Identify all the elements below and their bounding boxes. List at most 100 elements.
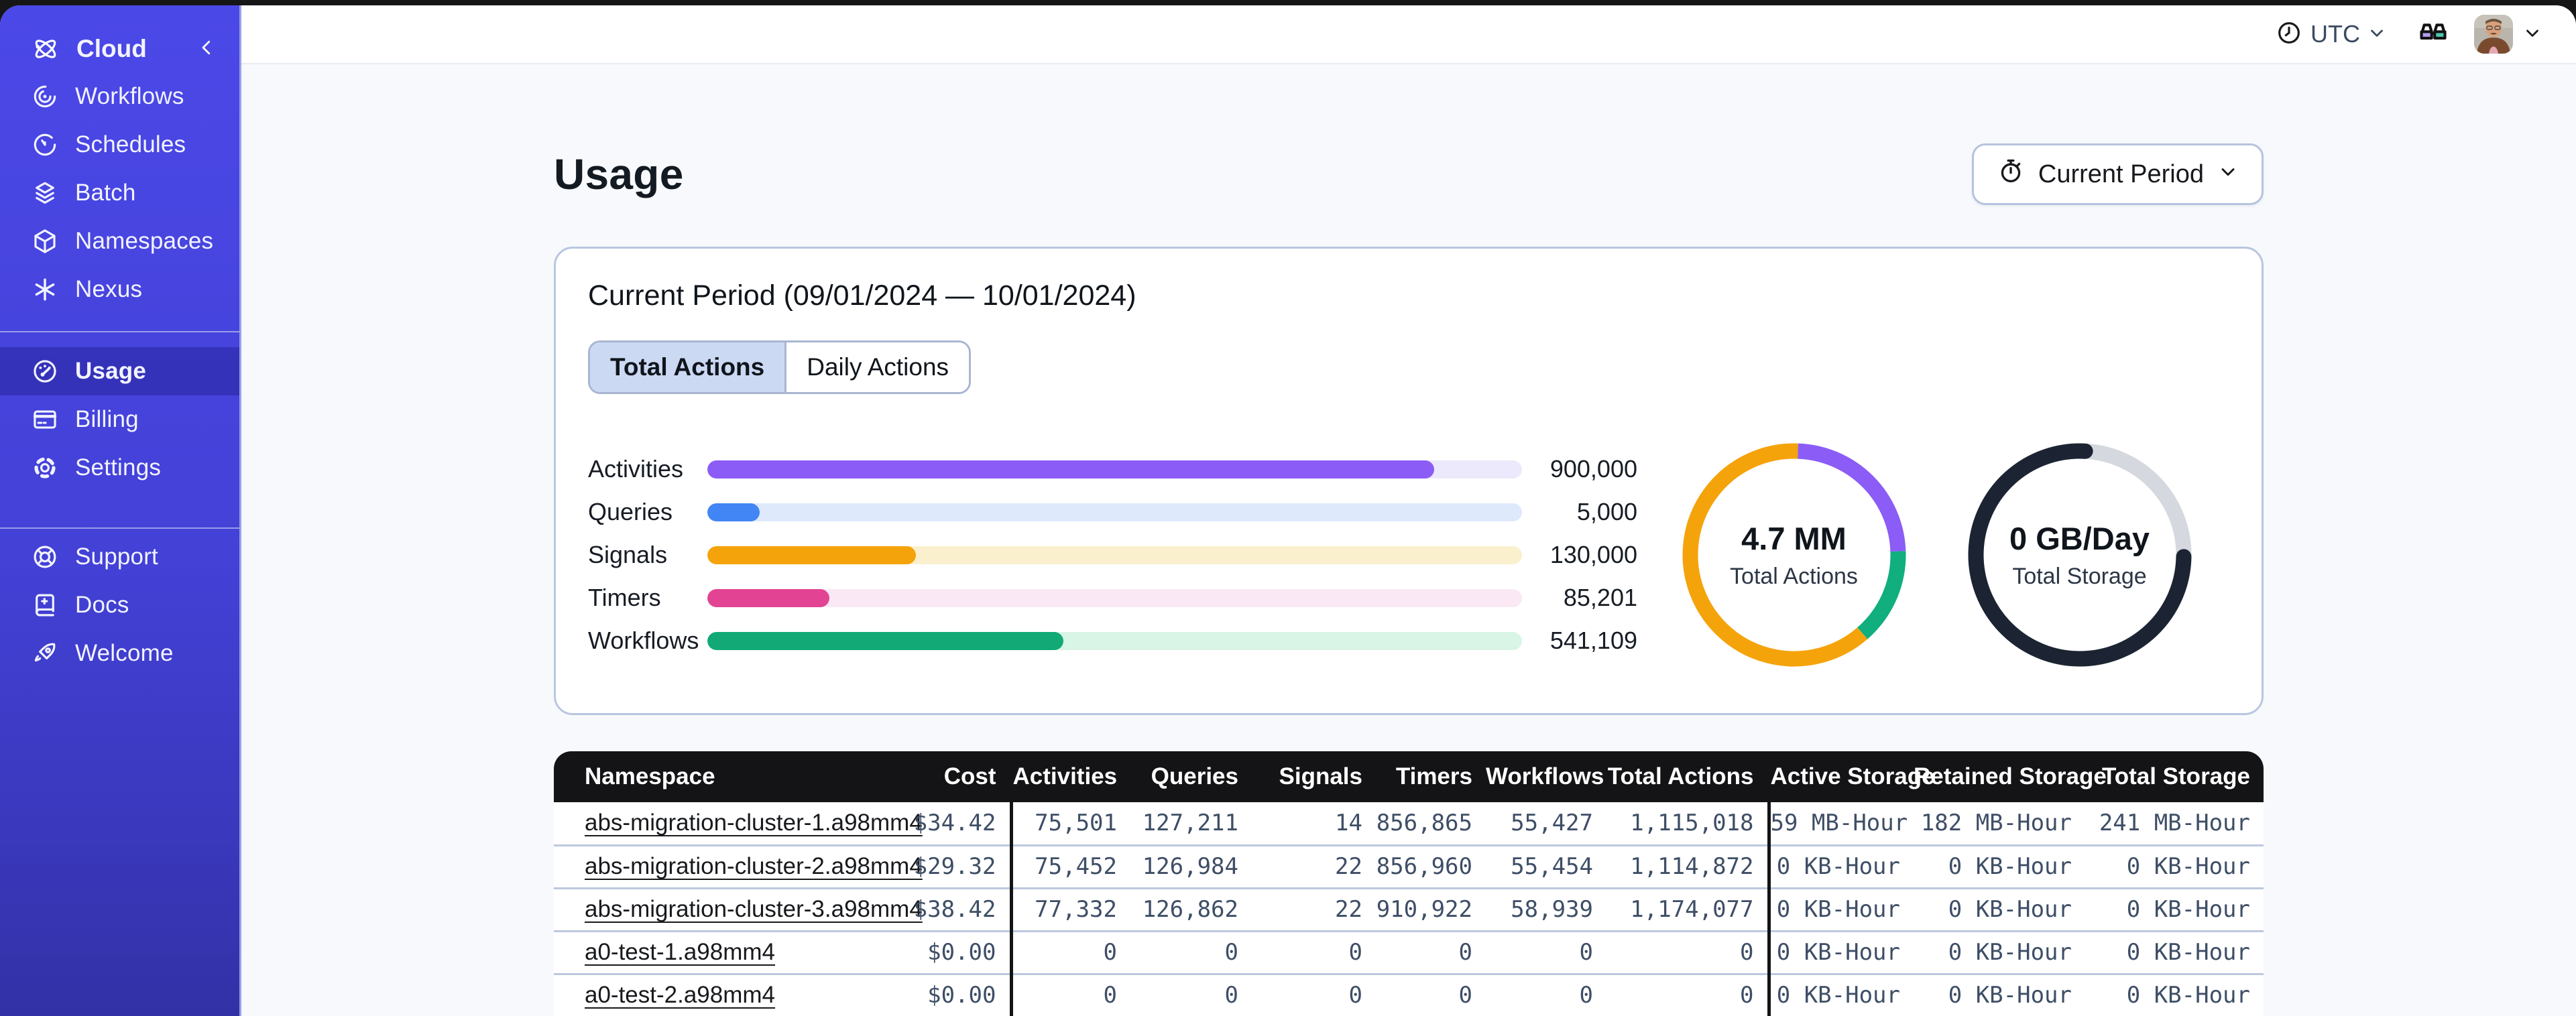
namespace-link[interactable]: a0-test-1.a98mm4 [585, 939, 775, 965]
page-title: Usage [554, 150, 684, 198]
bar-fill [707, 588, 830, 607]
welcome-icon [31, 639, 59, 668]
support-icon [31, 543, 59, 571]
account-dropdown[interactable] [2522, 23, 2542, 46]
cell-cost: $0.00 [864, 930, 1011, 974]
donut-label: Total Actions [1730, 564, 1858, 589]
glasses-icon[interactable] [2416, 16, 2450, 53]
bar-fill [707, 460, 1434, 479]
donut-total-actions: 4.7 MM Total Actions [1675, 436, 1914, 674]
batch-icon [31, 179, 59, 207]
bar-row-queries: Queries 5,000 [588, 491, 1644, 533]
table-row: abs-migration-cluster-3.a98mm4 $38.42 77,3… [554, 887, 2264, 931]
cell-activities: 75,452 [1009, 844, 1130, 888]
bar-label: Workflows [588, 627, 699, 654]
sidebar-item-nexus[interactable]: Nexus [0, 265, 239, 314]
clock-icon [2276, 19, 2302, 50]
sidebar-item-schedules[interactable]: Schedules [0, 121, 239, 169]
cell-timers: 856,865 [1376, 802, 1486, 845]
column-header-active-storage: Active Storage [1767, 751, 1935, 802]
bar-track [707, 631, 1522, 650]
cell-activities: 0 [1009, 930, 1130, 974]
temporal-cloud-logo [31, 34, 60, 64]
tab-total-actions[interactable]: Total Actions [590, 342, 785, 392]
sidebar-group-main: Workflows Schedules Batch Namespaces Nexus [0, 72, 239, 314]
donut-value: 4.7 MM [1741, 521, 1847, 556]
sidebar-item-billing[interactable]: Billing [0, 395, 239, 444]
donut-total-storage: 0 GB/Day Total Storage [1960, 436, 2199, 674]
cell-queries: 126,984 [1130, 844, 1252, 888]
namespace-link[interactable]: abs-migration-cluster-1.a98mm4 [585, 810, 923, 836]
sidebar-item-workflows[interactable]: Workflows [0, 72, 239, 121]
sidebar-item-batch[interactable]: Batch [0, 169, 239, 217]
sidebar-item-label: Docs [75, 592, 129, 618]
cell-queries: 126,862 [1130, 887, 1252, 931]
sidebar-item-usage[interactable]: Usage [0, 347, 239, 395]
column-header-timers: Timers [1376, 751, 1486, 802]
sidebar-item-label: Support [75, 544, 158, 570]
tab-daily-actions[interactable]: Daily Actions [784, 342, 970, 392]
bar-fill [707, 546, 917, 564]
column-header-cost: Cost [864, 751, 1011, 802]
column-header-total-storage: Total Storage [2085, 751, 2264, 802]
cell-retained-storage: 0 KB-Hour [1914, 887, 2085, 931]
table-row: abs-migration-cluster-1.a98mm4 $34.42 75,5… [554, 802, 2264, 845]
sidebar-collapse-icon[interactable] [196, 38, 217, 61]
bar-value: 541,109 [1549, 627, 1637, 654]
sidebar-header[interactable]: Cloud [0, 25, 239, 72]
column-header-namespace: Namespace [554, 751, 864, 802]
stopwatch-icon [1997, 157, 2025, 192]
app-window: Cloud Workflows Schedules Batch Namespaces N… [0, 5, 2576, 1016]
column-header-queries: Queries [1130, 751, 1252, 802]
avatar[interactable] [2474, 15, 2513, 54]
cell-workflows: 0 [1486, 930, 1606, 974]
cell-active-storage: 0 KB-Hour [1767, 930, 1914, 974]
bar-track [707, 503, 1522, 521]
docs-icon [31, 591, 59, 619]
cell-retained-storage: 0 KB-Hour [1914, 844, 2085, 888]
donut-value: 0 GB/Day [2009, 521, 2150, 556]
cell-activities: 77,332 [1009, 887, 1130, 931]
sidebar-item-settings[interactable]: Settings [0, 444, 239, 492]
cell-signals: 22 [1252, 887, 1376, 931]
billing-icon [31, 405, 59, 434]
column-header-workflows: Workflows [1486, 751, 1606, 802]
sidebar-title: Cloud [76, 35, 147, 62]
cell-workflows: 0 [1486, 972, 1606, 1016]
card-title: Current Period (09/01/2024 — 10/01/2024) [588, 279, 1136, 312]
sidebar-item-namespaces[interactable]: Namespaces [0, 217, 239, 265]
cell-total-storage: 241 MB-Hour [2085, 802, 2264, 845]
sidebar-item-welcome[interactable]: Welcome [0, 629, 239, 678]
cell-activities: 0 [1009, 972, 1130, 1016]
cell-total-actions: 1,115,018 [1606, 802, 1769, 845]
namespace-link[interactable]: a0-test-2.a98mm4 [585, 982, 775, 1008]
cell-total-storage: 0 KB-Hour [2085, 972, 2264, 1016]
namespace-link[interactable]: abs-migration-cluster-3.a98mm4 [585, 896, 923, 922]
cell-cost: $0.00 [864, 972, 1011, 1016]
sidebar-group-account: Usage Billing Settings [0, 347, 239, 492]
cell-retained-storage: 0 KB-Hour [1914, 972, 2085, 1016]
bar-fill [707, 503, 760, 521]
cell-active-storage: 59 MB-Hour [1767, 802, 1914, 845]
settings-icon [31, 454, 59, 482]
sidebar-item-label: Schedules [75, 131, 186, 157]
period-selector-button[interactable]: Current Period [1971, 143, 2264, 205]
sidebar-item-docs[interactable]: Docs [0, 581, 239, 629]
namespace-link[interactable]: abs-migration-cluster-2.a98mm4 [585, 853, 923, 879]
sidebar-item-label: Workflows [75, 83, 184, 109]
cell-total-actions: 1,174,077 [1606, 887, 1769, 931]
cell-timers: 856,960 [1376, 844, 1486, 888]
cell-signals: 14 [1252, 802, 1376, 845]
cell-activities: 75,501 [1009, 802, 1130, 845]
table-row: abs-migration-cluster-2.a98mm4 $29.32 75,4… [554, 844, 2264, 888]
timezone-dropdown[interactable] [2367, 23, 2387, 46]
cell-timers: 0 [1376, 930, 1486, 974]
table-row: a0-test-1.a98mm4 $0.00 0 0 0 0 0 0 0 KB-Hour 0 KB… [554, 930, 2264, 974]
period-selector-label: Current Period [2038, 160, 2204, 188]
cell-active-storage: 0 KB-Hour [1767, 972, 1914, 1016]
sidebar-item-label: Nexus [75, 276, 143, 302]
cell-signals: 0 [1252, 930, 1376, 974]
sidebar-item-support[interactable]: Support [0, 533, 239, 581]
table-row: a0-test-2.a98mm4 $0.00 0 0 0 0 0 0 0 KB-Hour 0 KB… [554, 972, 2264, 1016]
bar-value: 900,000 [1549, 455, 1637, 483]
